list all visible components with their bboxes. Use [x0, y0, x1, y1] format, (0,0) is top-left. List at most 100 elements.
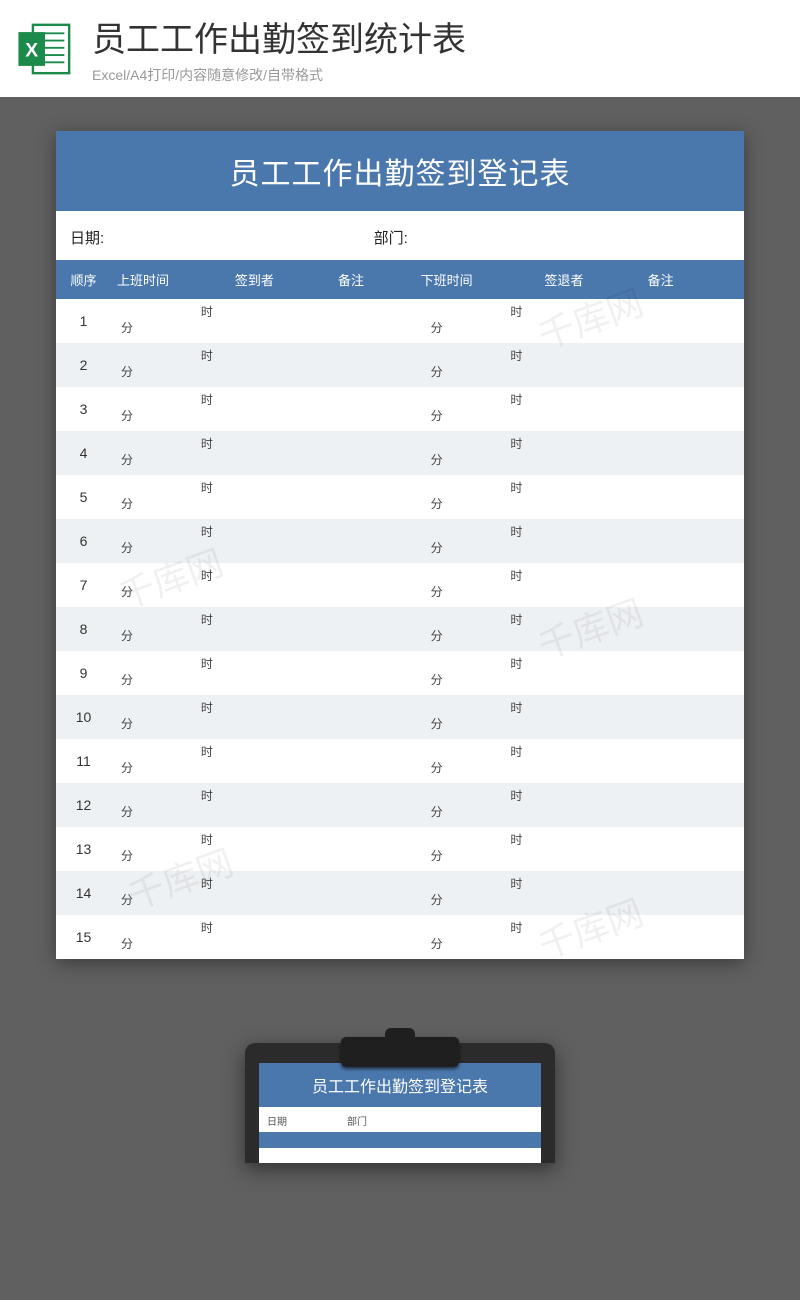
hour-unit: 时 [421, 569, 545, 585]
hour-unit: 时 [421, 833, 545, 849]
hour-unit: 时 [111, 569, 235, 585]
hour-unit: 时 [421, 657, 545, 673]
hour-unit: 时 [421, 349, 545, 365]
seq-cell: 5 [56, 475, 111, 519]
table-row: 6时分时分 [56, 519, 744, 563]
signout-cell [544, 563, 647, 607]
off-time-cell: 时分 [421, 651, 545, 695]
off-time-cell: 时分 [421, 563, 545, 607]
date-label: 日期: [70, 227, 374, 248]
hour-unit: 时 [111, 613, 235, 629]
on-time-cell: 时分 [111, 431, 235, 475]
off-time-cell: 时分 [421, 387, 545, 431]
on-time-cell: 时分 [111, 607, 235, 651]
hour-unit: 时 [111, 437, 235, 453]
minute-unit: 分 [421, 629, 545, 645]
signout-cell [544, 915, 647, 959]
minute-unit: 分 [111, 673, 235, 689]
on-time-cell: 时分 [111, 827, 235, 871]
hour-unit: 时 [111, 393, 235, 409]
signer-cell [235, 695, 338, 739]
hour-unit: 时 [421, 701, 545, 717]
hour-unit: 时 [421, 877, 545, 893]
off-time-cell: 时分 [421, 431, 545, 475]
note2-cell [648, 607, 744, 651]
minute-unit: 分 [111, 805, 235, 821]
minute-unit: 分 [111, 541, 235, 557]
table-body: 1时分时分2时分时分3时分时分4时分时分5时分时分6时分时分7时分时分8时分时分… [56, 299, 744, 959]
off-time-cell: 时分 [421, 607, 545, 651]
minute-unit: 分 [421, 585, 545, 601]
note2-cell [648, 299, 744, 343]
signout-cell [544, 827, 647, 871]
minute-unit: 分 [111, 409, 235, 425]
note2-cell [648, 651, 744, 695]
note2-cell [648, 695, 744, 739]
signout-cell [544, 343, 647, 387]
note2-cell [648, 563, 744, 607]
seq-cell: 11 [56, 739, 111, 783]
seq-cell: 13 [56, 827, 111, 871]
signout-cell [544, 387, 647, 431]
note-cell [338, 695, 421, 739]
off-time-cell: 时分 [421, 475, 545, 519]
table-header: 顺序 上班时间 签到者 备注 下班时间 签退者 备注 [56, 260, 744, 299]
minute-unit: 分 [111, 717, 235, 733]
minute-unit: 分 [111, 761, 235, 777]
seq-cell: 7 [56, 563, 111, 607]
off-time-cell: 时分 [421, 871, 545, 915]
table-row: 8时分时分 [56, 607, 744, 651]
hour-unit: 时 [111, 789, 235, 805]
minute-unit: 分 [111, 585, 235, 601]
table-row: 2时分时分 [56, 343, 744, 387]
col-signout: 签退者 [544, 270, 647, 289]
signer-cell [235, 343, 338, 387]
off-time-cell: 时分 [421, 343, 545, 387]
minute-unit: 分 [421, 497, 545, 513]
on-time-cell: 时分 [111, 871, 235, 915]
signer-cell [235, 783, 338, 827]
seq-cell: 3 [56, 387, 111, 431]
hour-unit: 时 [111, 833, 235, 849]
table-row: 9时分时分 [56, 651, 744, 695]
seq-cell: 1 [56, 299, 111, 343]
note-cell [338, 519, 421, 563]
seq-cell: 12 [56, 783, 111, 827]
hour-unit: 时 [111, 305, 235, 321]
minute-unit: 分 [421, 849, 545, 865]
note-cell [338, 827, 421, 871]
minute-unit: 分 [111, 365, 235, 381]
on-time-cell: 时分 [111, 651, 235, 695]
note-cell [338, 563, 421, 607]
minute-unit: 分 [421, 761, 545, 777]
minute-unit: 分 [421, 893, 545, 909]
signout-cell [544, 475, 647, 519]
minute-unit: 分 [111, 937, 235, 953]
signout-cell [544, 871, 647, 915]
signout-cell [544, 519, 647, 563]
note2-cell [648, 431, 744, 475]
thumb-dept-label: 部门 [347, 1113, 367, 1128]
hour-unit: 时 [111, 745, 235, 761]
signout-cell [544, 607, 647, 651]
on-time-cell: 时分 [111, 299, 235, 343]
signer-cell [235, 651, 338, 695]
table-row: 13时分时分 [56, 827, 744, 871]
table-row: 4时分时分 [56, 431, 744, 475]
hour-unit: 时 [421, 745, 545, 761]
hour-unit: 时 [421, 525, 545, 541]
thumb-date-label: 日期 [267, 1113, 287, 1128]
note-cell [338, 651, 421, 695]
header-text: 员工工作出勤签到统计表 Excel/A4打印/内容随意修改/自带格式 [92, 12, 784, 85]
seq-cell: 15 [56, 915, 111, 959]
thumbnail-clipboard: 员工工作出勤签到登记表 日期 部门 [245, 1043, 555, 1163]
table-row: 14时分时分 [56, 871, 744, 915]
off-time-cell: 时分 [421, 827, 545, 871]
off-time-cell: 时分 [421, 915, 545, 959]
minute-unit: 分 [421, 365, 545, 381]
on-time-cell: 时分 [111, 695, 235, 739]
col-note: 备注 [338, 270, 421, 289]
hour-unit: 时 [421, 921, 545, 937]
thumb-table-header [259, 1132, 541, 1148]
note-cell [338, 783, 421, 827]
